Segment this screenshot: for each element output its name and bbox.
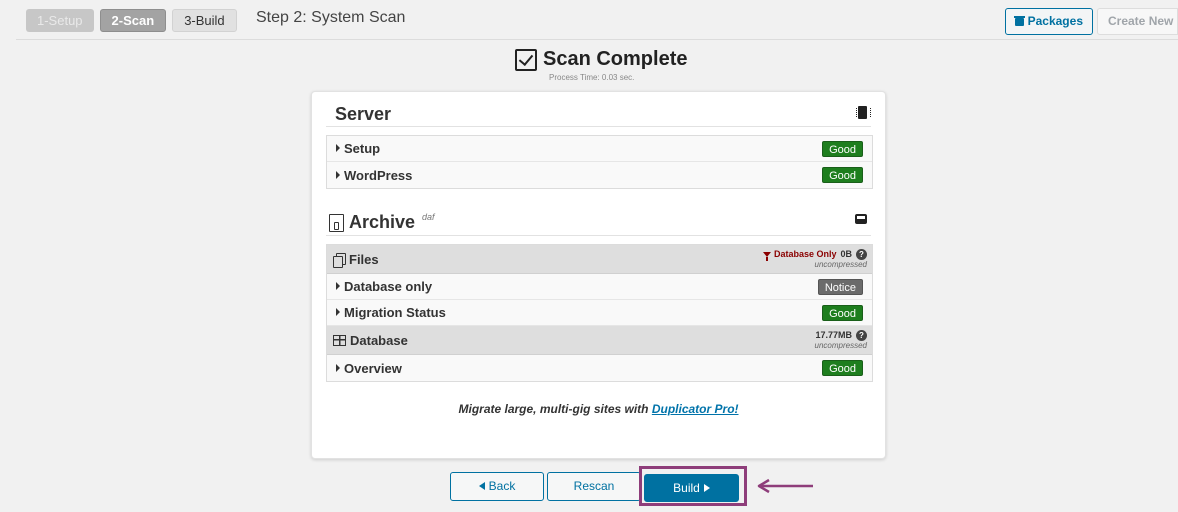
archive-box-icon	[1013, 15, 1025, 26]
files-row-database-only[interactable]: Database only Notice	[327, 274, 872, 300]
step-setup: 1-Setup	[26, 9, 94, 32]
row-label: Overview	[344, 360, 402, 376]
help-icon[interactable]: ?	[856, 249, 867, 260]
files-row-migration-status[interactable]: Migration Status Good	[327, 300, 872, 326]
scan-title: Scan Complete	[543, 48, 688, 70]
filter-icon	[762, 252, 771, 261]
step-scan: 2-Scan	[99, 9, 167, 32]
status-badge: Good	[822, 360, 863, 376]
row-label: WordPress	[344, 167, 413, 183]
row-label: Migration Status	[344, 305, 446, 320]
packages-label: Packages	[1027, 14, 1083, 28]
archive-divider	[326, 235, 871, 236]
caret-right-icon	[336, 282, 340, 290]
process-time: Process Time: 0.03 sec.	[549, 73, 635, 82]
row-label: Setup	[344, 141, 381, 156]
header-divider	[16, 39, 1178, 40]
build-label: Build	[673, 481, 700, 495]
database-row-overview[interactable]: Overview Good	[327, 355, 872, 381]
scan-heading: Scan Complete	[515, 48, 687, 71]
back-label: Back	[488, 479, 516, 493]
top-actions: Packages Create New	[1004, 8, 1178, 35]
packages-button[interactable]: Packages	[1004, 8, 1093, 35]
microchip-icon	[856, 106, 871, 119]
caret-left-icon	[478, 482, 485, 490]
caret-right-icon	[336, 144, 340, 152]
hard-drive-icon	[855, 214, 867, 224]
step-title: Step 2: System Scan	[256, 9, 406, 26]
rescan-button[interactable]: Rescan	[547, 472, 641, 501]
server-section-title: Server	[335, 104, 392, 124]
wizard-steps: 1-Setup 2-Scan 3-Build	[26, 9, 237, 32]
help-icon[interactable]: ?	[856, 330, 867, 341]
promo-text: Migrate large, multi-gig sites with	[458, 402, 652, 416]
caret-right-icon	[336, 363, 340, 372]
build-button[interactable]: Build	[644, 474, 739, 502]
status-badge: Good	[822, 304, 863, 321]
caret-right-icon	[703, 484, 710, 492]
server-divider	[326, 126, 871, 127]
archive-title: Archive	[349, 212, 416, 232]
status-badge: Good	[822, 167, 863, 183]
file-archive-icon	[329, 213, 344, 232]
database-size-note: uncompressed	[814, 341, 867, 350]
check-square-icon	[515, 48, 537, 71]
status-badge: Good	[822, 140, 863, 157]
files-size: 0B	[840, 249, 852, 259]
caret-right-icon	[336, 308, 340, 316]
files-filter: Database Only	[773, 249, 837, 259]
server-row-wordpress[interactable]: WordPress Good	[327, 162, 872, 188]
step-build: 3-Build	[172, 9, 237, 32]
annotation-arrow-icon	[757, 478, 813, 494]
server-checks: Setup Good WordPress Good	[326, 135, 873, 189]
promo-message: Migrate large, multi-gig sites with Dupl…	[312, 402, 885, 416]
database-label: Database	[350, 332, 408, 348]
copy-files-icon	[333, 252, 346, 268]
server-row-setup[interactable]: Setup Good	[327, 136, 872, 162]
archive-name: daf	[422, 211, 435, 222]
create-new-button[interactable]: Create New	[1097, 8, 1178, 35]
database-size: 17.77MB	[815, 330, 852, 340]
back-button[interactable]: Back	[450, 472, 544, 501]
status-badge: Notice	[817, 278, 863, 295]
row-label: Database only	[344, 279, 433, 294]
scan-results-panel: Server Setup Good WordPress Good Archive…	[311, 91, 886, 459]
duplicator-pro-link[interactable]: Duplicator Pro!	[652, 402, 739, 416]
table-icon	[333, 334, 346, 346]
files-size-note: uncompressed	[814, 260, 867, 269]
database-group-header: Database 17.77MB ? uncompressed	[327, 326, 872, 355]
archive-checks: Files Database Only 0B ? uncompressed Da…	[326, 244, 873, 382]
caret-right-icon	[336, 170, 340, 179]
files-group-header: Files Database Only 0B ? uncompressed	[327, 245, 872, 274]
files-label: Files	[349, 251, 379, 267]
archive-section-title: Archive daf	[329, 212, 435, 233]
